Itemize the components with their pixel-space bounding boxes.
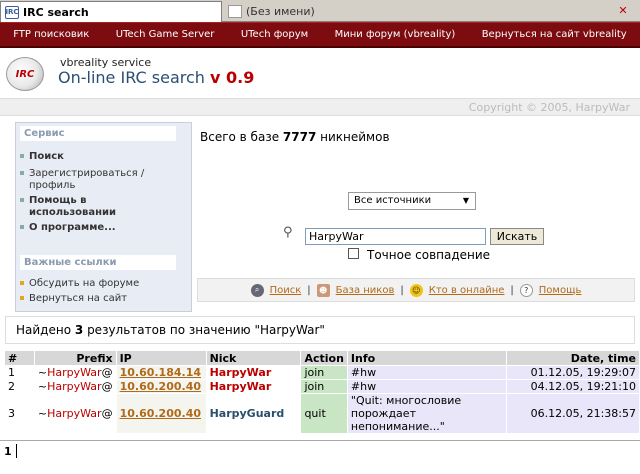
link-nick-database[interactable]: База ников xyxy=(336,285,395,296)
table-row: 1 ~HarpyWar@ 10.60.184.14 HarpyWar join … xyxy=(4,365,640,380)
sidebar-link-back[interactable]: Вернуться на сайт xyxy=(20,293,180,305)
table-header-row: # Prefix IP Nick Action Info Date, time xyxy=(4,350,640,366)
ip-link[interactable]: 10.60.200.40 xyxy=(120,407,201,420)
page-1[interactable]: 1 xyxy=(4,445,12,458)
copyright-bar: Copyright © 2005, HarpyWar xyxy=(0,98,640,116)
link-help[interactable]: Помощь xyxy=(539,285,582,296)
smiley-icon: ☺ xyxy=(409,283,423,297)
ip-link[interactable]: 10.60.184.14 xyxy=(120,366,201,379)
row-date: 01.12.05, 19:29:07 xyxy=(506,365,640,380)
row-date: 06.12.05, 21:38:57 xyxy=(506,393,640,434)
row-info: #hw xyxy=(346,365,508,380)
sidebar-link-discuss[interactable]: Обсудить на форуме xyxy=(20,278,180,290)
version-label: v 0.9 xyxy=(210,68,255,87)
row-prefix: ~HarpyWar@ xyxy=(33,365,117,380)
table-row: 3 ~HarpyWar@ 10.60.200.40 HarpyGuard qui… xyxy=(4,393,640,434)
search-button[interactable]: Искать xyxy=(490,228,544,245)
tab-untitled[interactable]: (Без имени) xyxy=(224,1,410,22)
nav-back-to-site[interactable]: Вернуться на сайт vbreality xyxy=(482,29,627,40)
header-action[interactable]: Action xyxy=(300,350,348,366)
row-action: join xyxy=(300,365,348,380)
tab-label: (Без имени) xyxy=(246,5,315,18)
irc-logo: IRC xyxy=(6,57,44,91)
results-count: 3 xyxy=(74,323,84,337)
top-navigation: FTP поисковик UTech Game Server UTech фо… xyxy=(0,22,640,48)
users-icon: ☻ xyxy=(316,283,330,297)
exact-match-checkbox[interactable] xyxy=(348,248,359,259)
brand-title: On-line IRC search v 0.9 xyxy=(58,68,255,87)
search-icon: ⚲ xyxy=(283,225,293,240)
chevron-down-icon: ▼ xyxy=(462,196,470,205)
results-summary: Найдено 3 результатов по значению "Harpy… xyxy=(5,316,635,344)
table-row: 2 ~HarpyWar@ 10.60.200.40 HarpyWar join … xyxy=(4,379,640,394)
link-who-online[interactable]: Кто в онлайне xyxy=(429,285,505,296)
sidebar-service-title: Сервис xyxy=(20,126,176,141)
header-nick[interactable]: Nick xyxy=(205,350,302,366)
link-search[interactable]: Поиск xyxy=(270,285,302,296)
sidebar-item-help[interactable]: Помощь в использовании xyxy=(20,195,180,219)
results-table: # Prefix IP Nick Action Info Date, time … xyxy=(4,350,640,434)
site-header: IRC vbreality service On-line IRC search… xyxy=(0,48,640,98)
header-num[interactable]: # xyxy=(4,350,35,366)
nav-utech-forum[interactable]: UTech форум xyxy=(241,29,308,40)
nav-ftp-search[interactable]: FTP поисковик xyxy=(13,29,89,40)
header-date[interactable]: Date, time xyxy=(506,350,640,366)
sidebar-item-search[interactable]: Поиск xyxy=(20,151,180,163)
row-prefix: ~HarpyWar@ xyxy=(33,393,117,434)
tab-label: IRC search xyxy=(23,5,89,19)
sidebar-links-title: Важные ссылки xyxy=(20,255,176,270)
row-num: 3 xyxy=(4,393,35,434)
pagination-bar: 1 xyxy=(0,440,640,462)
row-info: #hw xyxy=(346,379,508,394)
row-num: 1 xyxy=(4,365,35,380)
row-num: 2 xyxy=(4,379,35,394)
tab-irc-search[interactable]: IRC IRC search xyxy=(0,1,222,22)
browser-tab-bar: IRC IRC search (Без имени) ✕ xyxy=(0,0,640,22)
row-prefix: ~HarpyWar@ xyxy=(33,379,117,394)
sidebar: Сервис Поиск Зарегистрироваться / профиль… xyxy=(15,122,192,312)
row-ip: 10.60.200.40 xyxy=(115,393,207,434)
blank-page-icon xyxy=(228,5,242,18)
ip-link[interactable]: 10.60.200.40 xyxy=(120,380,201,393)
source-select[interactable]: Все источники ▼ xyxy=(348,192,476,210)
quick-links-bar: ⌕ Поиск | ☻ База ников | ☺ Кто в онлайне… xyxy=(197,278,635,302)
close-tab-icon[interactable]: ✕ xyxy=(616,3,630,17)
nav-game-server[interactable]: UTech Game Server xyxy=(116,29,215,40)
copyright-text: Copyright © 2005, HarpyWar xyxy=(468,101,630,114)
sidebar-item-register[interactable]: Зарегистрироваться / профиль xyxy=(20,168,180,192)
header-info[interactable]: Info xyxy=(346,350,508,366)
row-date: 04.12.05, 19:21:10 xyxy=(506,379,640,394)
row-nick: HarpyWar xyxy=(205,365,302,380)
row-action: join xyxy=(300,379,348,394)
row-info: "Quit: многословие порождает непонимание… xyxy=(346,393,508,434)
text-caret xyxy=(16,444,17,458)
row-ip: 10.60.184.14 xyxy=(115,365,207,380)
sidebar-item-about[interactable]: О программе... xyxy=(20,222,180,234)
header-prefix[interactable]: Prefix xyxy=(33,350,117,366)
help-icon: ? xyxy=(519,283,533,297)
row-ip: 10.60.200.40 xyxy=(115,379,207,394)
exact-match-label: Точное совпадение xyxy=(367,248,491,262)
search-link-icon: ⌕ xyxy=(250,283,264,297)
nav-mini-forum[interactable]: Мини форум (vbreality) xyxy=(335,29,456,40)
row-action: quit xyxy=(300,393,348,434)
database-count-text: Всего в базе 7777 никнеймов xyxy=(200,130,390,144)
database-count: 7777 xyxy=(282,130,317,144)
row-nick: HarpyGuard xyxy=(205,393,302,434)
header-ip[interactable]: IP xyxy=(115,350,207,366)
row-nick: HarpyWar xyxy=(205,379,302,394)
irc-tab-icon: IRC xyxy=(5,5,19,19)
search-input[interactable]: HarpyWar xyxy=(305,228,486,245)
